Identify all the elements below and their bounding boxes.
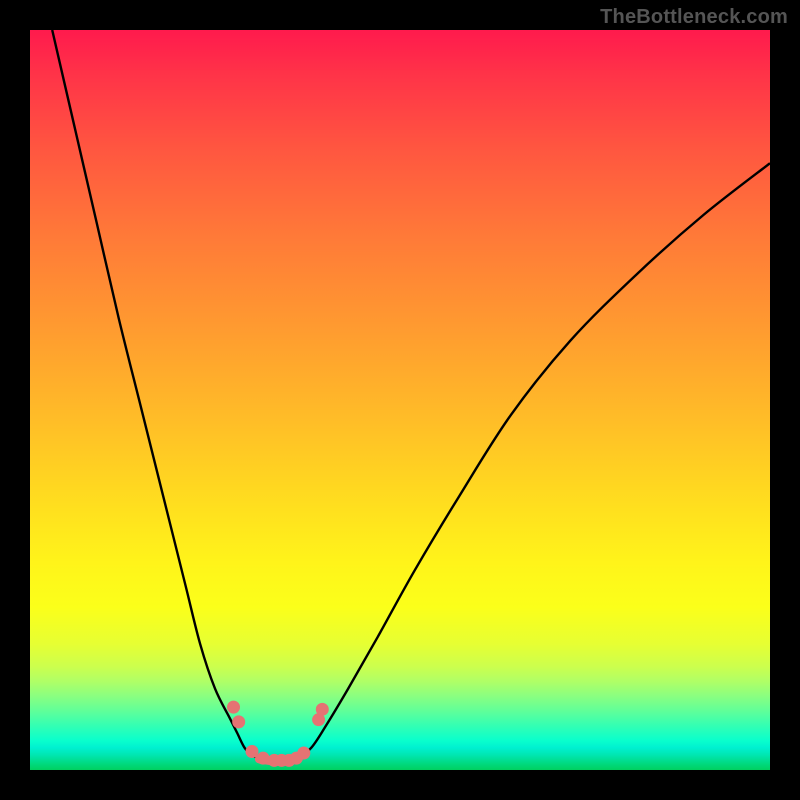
marker-point xyxy=(297,746,310,759)
marker-point xyxy=(316,703,329,716)
marker-point xyxy=(257,752,270,765)
left-curve-line xyxy=(52,30,259,759)
plot-area xyxy=(30,30,770,770)
attribution-text: TheBottleneck.com xyxy=(600,6,788,29)
chart-frame: TheBottleneck.com xyxy=(0,0,800,800)
marker-point xyxy=(227,701,240,714)
curves-svg xyxy=(30,30,770,770)
right-curve-line xyxy=(296,163,770,759)
marker-points xyxy=(227,701,329,767)
marker-point xyxy=(232,715,245,728)
marker-point xyxy=(246,745,259,758)
